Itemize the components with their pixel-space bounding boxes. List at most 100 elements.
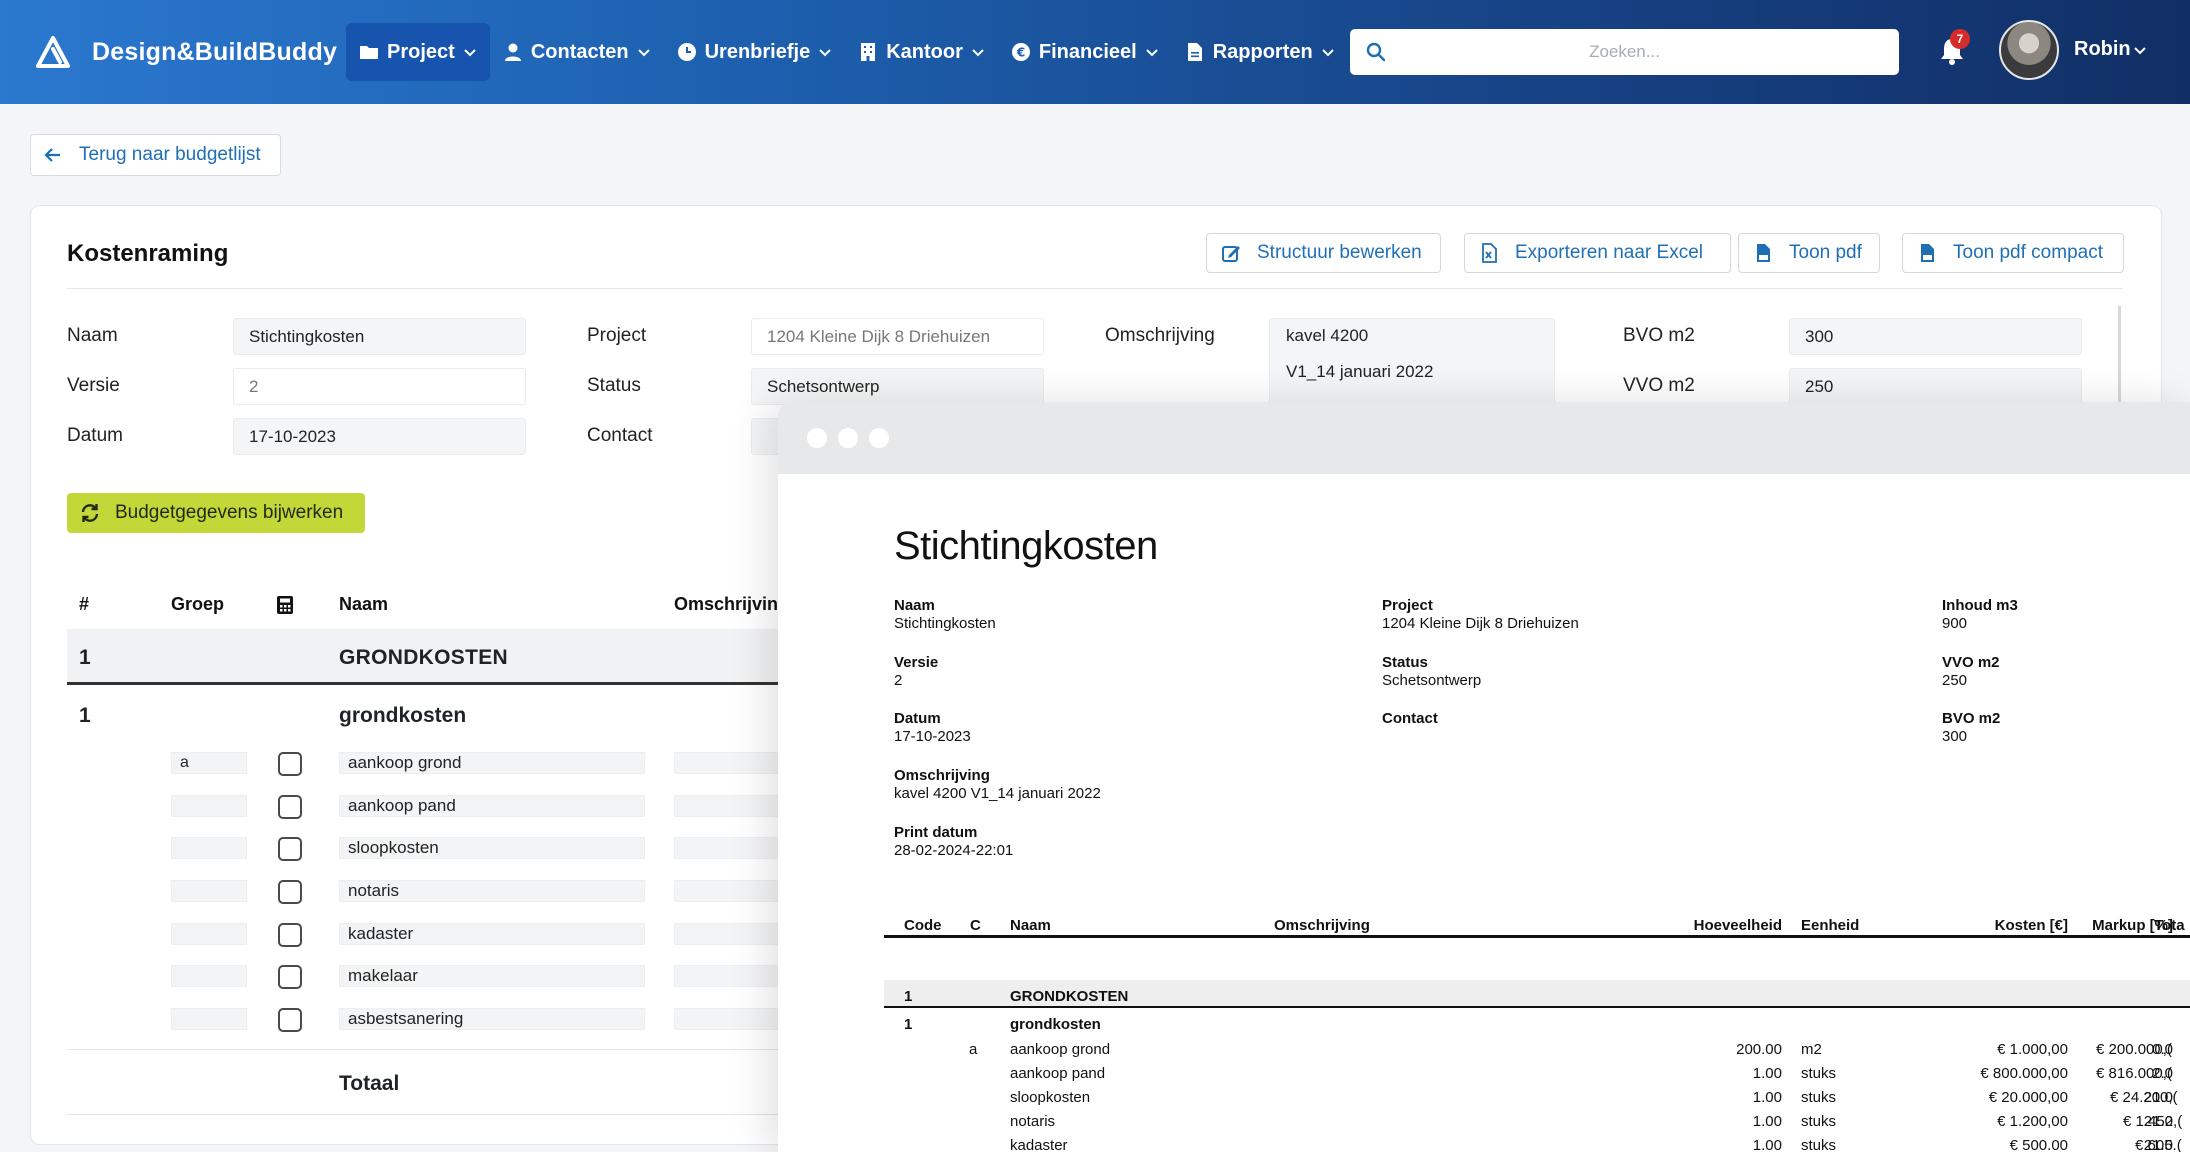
item-code-field[interactable]: a [171, 752, 247, 774]
divider [67, 1049, 827, 1050]
omschrijving-line-2: V1_14 januari 2022 [1286, 362, 1434, 381]
file-icon [1187, 43, 1202, 61]
pdf-versie-value: 2 [894, 672, 903, 689]
nav-contacten[interactable]: Contacten [490, 23, 664, 81]
item-checkbox[interactable] [278, 795, 302, 819]
pdf-row-hoeveelheid: 1.00 [1752, 1137, 1782, 1152]
pdf-print-value: 28-02-2024-22:01 [894, 842, 1014, 859]
pdf-row-kosten: € 1.000,00 [1997, 1041, 2068, 1058]
window-titlebar [778, 402, 2190, 474]
item-code-field[interactable] [171, 837, 247, 859]
versie-field[interactable]: 2 [233, 368, 526, 405]
item-checkbox[interactable] [278, 752, 302, 776]
window-minimize-button[interactable] [838, 428, 858, 448]
pdf-datum-value: 17-10-2023 [894, 728, 971, 745]
chevron-down-icon[interactable] [2133, 43, 2147, 57]
pdf-row-kosten: € 500.00 [2009, 1137, 2068, 1152]
chevron-down-icon [972, 49, 984, 57]
naam-field[interactable]: Stichtingkosten [233, 318, 526, 355]
avatar[interactable] [1999, 20, 2059, 80]
pdf-row-eenheid: stuks [1801, 1065, 1837, 1082]
pdf-row-eenheid: stuks [1801, 1137, 1837, 1152]
item-code-field[interactable] [171, 880, 247, 902]
status-label: Status [587, 375, 641, 396]
nav-project[interactable]: Project [346, 23, 490, 81]
item-name-field[interactable]: aankoop grond [339, 752, 645, 774]
pdf-row-kosten: € 1.200,00 [1997, 1113, 2068, 1130]
pdf-vvo-value: 250 [1942, 672, 1968, 689]
pdf-row-hoeveelheid: 1.00 [1752, 1089, 1782, 1106]
folder-icon [360, 46, 378, 59]
nav-kantoor[interactable]: Kantoor [845, 23, 998, 81]
pdf-omschrijving-value: kavel 4200 V1_14 januari 2022 [894, 785, 1101, 802]
item-checkbox[interactable] [278, 923, 302, 947]
search-input[interactable] [1350, 29, 1899, 75]
user-name[interactable]: Robin [2074, 38, 2131, 61]
show-pdf-button[interactable]: Toon pdf [1738, 233, 1880, 273]
nav-rapporten[interactable]: Rapporten [1172, 23, 1348, 81]
pdf-bvo-value: 300 [1942, 728, 1968, 745]
vvo-label: VVO m2 [1623, 375, 1695, 396]
item-name-field[interactable]: notaris [339, 880, 645, 902]
pdf-row-kosten: € 800.000,00 [1980, 1065, 2068, 1082]
back-to-budgetlist-button[interactable]: Terug naar budgetlijst [30, 134, 281, 176]
item-code-field[interactable] [171, 1008, 247, 1030]
item-code-field[interactable] [171, 923, 247, 945]
item-checkbox[interactable] [278, 1008, 302, 1032]
versie-label: Versie [67, 375, 120, 396]
window-close-button[interactable] [807, 428, 827, 448]
refresh-icon [81, 504, 99, 522]
pdf-omschrijving-label: Omschrijving [894, 767, 990, 784]
pdf-col-hoeveelheid: Hoeveelheid [1693, 917, 1782, 934]
nav-project-label: Project [387, 40, 455, 63]
pdf-row-naam: aankoop pand [1010, 1065, 1106, 1082]
subgroup-number: 1 [79, 704, 91, 727]
item-checkbox[interactable] [278, 880, 302, 904]
export-excel-label: Exporteren naar Excel [1515, 242, 1703, 263]
bvo-field[interactable]: 300 [1789, 318, 2082, 355]
project-field[interactable]: 1204 Kleine Dijk 8 Driehuizen [751, 318, 1044, 355]
omschrijving-field[interactable]: kavel 4200 V1_14 januari 2022 [1269, 318, 1555, 408]
scrollbar[interactable] [2118, 306, 2121, 416]
logo-icon [36, 36, 70, 68]
pdf-group-name: GRONDKOSTEN [1010, 988, 1129, 1005]
pdf-row-totaal: € 605.( [2135, 1137, 2182, 1152]
pdf-row-naam: kadaster [1010, 1137, 1068, 1152]
building-icon [861, 43, 876, 61]
item-checkbox[interactable] [278, 837, 302, 861]
pdf-naam-label: Naam [894, 597, 935, 614]
show-pdf-compact-button[interactable]: Toon pdf compact [1902, 233, 2124, 273]
show-pdf-label: Toon pdf [1789, 242, 1862, 263]
nav-kantoor-label: Kantoor [886, 40, 963, 63]
item-name-field[interactable]: asbestsanering [339, 1008, 645, 1030]
item-name-field[interactable]: makelaar [339, 965, 645, 987]
pdf-row-hoeveelheid: 200.00 [1736, 1041, 1782, 1058]
window-maximize-button[interactable] [869, 428, 889, 448]
item-name-field[interactable]: aankoop pand [339, 795, 645, 817]
brand[interactable]: Design&BuildBuddy [36, 35, 346, 69]
vvo-field[interactable]: 250 [1789, 368, 2082, 405]
pdf-file-icon [1757, 244, 1770, 262]
item-name-field[interactable]: kadaster [339, 923, 645, 945]
pdf-row-hoeveelheid: 1.00 [1752, 1065, 1782, 1082]
item-code-field[interactable] [171, 795, 247, 817]
item-checkbox[interactable] [278, 965, 302, 989]
chevron-down-icon [1321, 49, 1334, 57]
show-pdf-compact-label: Toon pdf compact [1953, 242, 2103, 263]
edit-structure-button[interactable]: Structuur bewerken [1206, 233, 1441, 273]
chevron-down-icon [464, 49, 476, 57]
col-header-groep: Groep [171, 594, 225, 614]
pdf-row-naam: aankoop grond [1010, 1041, 1111, 1058]
pdf-title: Stichtingkosten [894, 524, 1158, 568]
export-excel-button[interactable]: Exporteren naar Excel [1464, 233, 1731, 273]
datum-label: Datum [67, 425, 123, 446]
update-budget-button[interactable]: Budgetgegevens bijwerken [67, 493, 365, 533]
status-field[interactable]: Schetsontwerp [751, 368, 1044, 405]
nav-urenbriefje[interactable]: Urenbriefje [664, 23, 846, 81]
nav-financieel[interactable]: € Financieel [998, 23, 1172, 81]
datum-field[interactable]: 17-10-2023 [233, 418, 526, 455]
item-code-field[interactable] [171, 965, 247, 987]
item-name-field[interactable]: sloopkosten [339, 837, 645, 859]
divider [67, 288, 2123, 289]
pdf-datum-label: Datum [894, 710, 941, 727]
